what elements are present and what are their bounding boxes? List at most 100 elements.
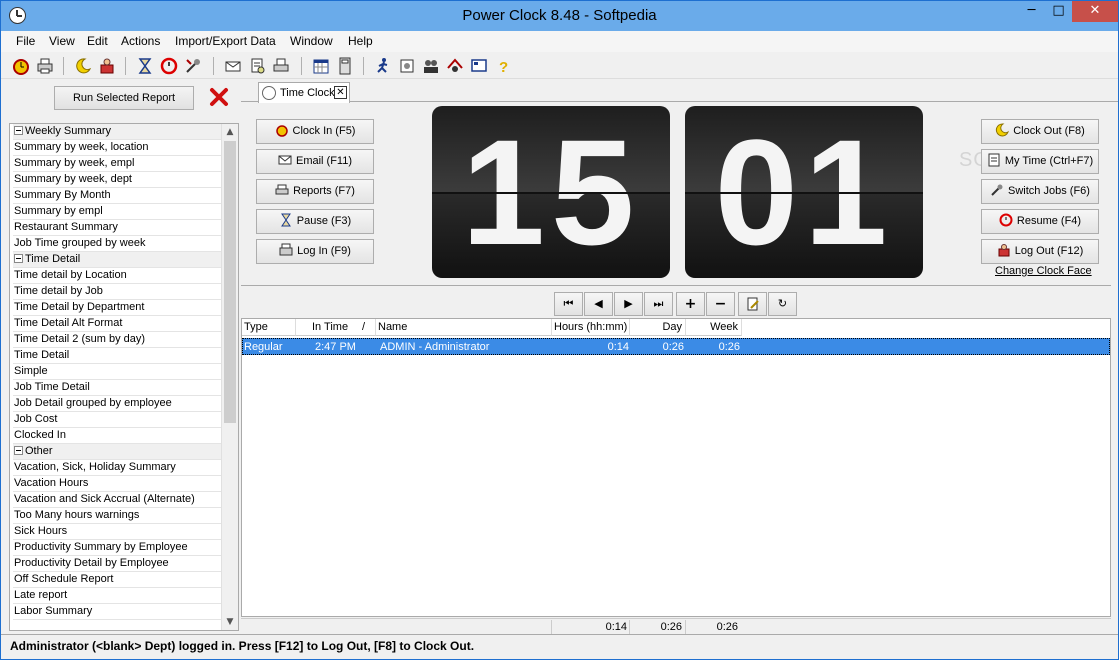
edit-record-button[interactable]: [738, 292, 767, 316]
report-group[interactable]: Time Detail: [13, 252, 221, 268]
clock-out-button[interactable]: Clock Out (F8): [981, 119, 1099, 144]
report-item[interactable]: Time Detail Alt Format: [13, 316, 221, 332]
report-item[interactable]: Productivity Detail by Employee: [13, 556, 221, 572]
calendar-icon[interactable]: [311, 56, 331, 76]
refresh-button[interactable]: ↻: [768, 292, 797, 316]
log-out-icon[interactable]: [97, 56, 117, 76]
resume-button[interactable]: Resume (F4): [981, 209, 1099, 234]
report-item[interactable]: Late report: [13, 588, 221, 604]
printer-icon[interactable]: [35, 56, 55, 76]
users-icon[interactable]: [421, 56, 441, 76]
first-record-button[interactable]: ⏮: [554, 292, 583, 316]
table-row[interactable]: Regular 2:47 PM ADMIN - Administrator 0:…: [242, 338, 1110, 355]
run-report-button[interactable]: Run Selected Report: [54, 86, 194, 110]
column-day[interactable]: Day: [630, 319, 686, 336]
close-button[interactable]: ✕: [1072, 1, 1118, 22]
resume-icon[interactable]: [159, 56, 179, 76]
tab-time-clock[interactable]: Time Clock ✕: [258, 82, 350, 103]
print-icon[interactable]: [271, 56, 291, 76]
pause-button[interactable]: Pause (F3): [256, 209, 374, 234]
reports-icon[interactable]: [247, 56, 267, 76]
clock-out-icon[interactable]: [73, 56, 93, 76]
report-item[interactable]: Simple: [13, 364, 221, 380]
last-record-button[interactable]: ⏭: [644, 292, 673, 316]
report-item[interactable]: Time Detail 2 (sum by day): [13, 332, 221, 348]
log-out-button[interactable]: Log Out (F12): [981, 239, 1099, 264]
minimize-button[interactable]: ─: [1018, 1, 1045, 22]
report-item[interactable]: Time Detail by Department: [13, 300, 221, 316]
email-button[interactable]: Email (F11): [256, 149, 374, 174]
report-item[interactable]: Job Time Detail: [13, 380, 221, 396]
run-man-icon[interactable]: [373, 56, 393, 76]
column-type[interactable]: Type: [242, 319, 296, 336]
column-week[interactable]: Week: [686, 319, 742, 336]
column-in-time[interactable]: In Time /: [296, 319, 376, 336]
report-item[interactable]: Labor Summary: [13, 604, 221, 620]
collapse-icon[interactable]: [14, 126, 23, 135]
gear-edit-icon[interactable]: [397, 56, 417, 76]
help-icon[interactable]: ?: [493, 56, 513, 76]
title-bar[interactable]: Power Clock 8.48 - Softpedia ─ □ ✕: [1, 1, 1118, 31]
report-item[interactable]: Productivity Summary by Employee: [13, 540, 221, 556]
report-item[interactable]: Time Detail: [13, 348, 221, 364]
report-item[interactable]: Job Time grouped by week: [13, 236, 221, 252]
hourglass-icon[interactable]: [135, 56, 155, 76]
prior-record-button[interactable]: ◀: [584, 292, 613, 316]
report-item[interactable]: Vacation Hours: [13, 476, 221, 492]
report-list[interactable]: Other Time Detail Weekly Summary Summary b…: [9, 123, 239, 631]
menu-edit[interactable]: Edit: [87, 34, 108, 48]
report-item[interactable]: Summary by empl: [13, 204, 221, 220]
reports-button[interactable]: Reports (F7): [256, 179, 374, 204]
menu-window[interactable]: Window: [290, 34, 333, 48]
report-item[interactable]: Summary by week, empl: [13, 156, 221, 172]
delete-icon[interactable]: [208, 86, 230, 108]
scroll-thumb[interactable]: [224, 141, 236, 423]
log-in-button[interactable]: Log In (F9): [256, 239, 374, 264]
collapse-icon[interactable]: [14, 446, 23, 455]
menu-file[interactable]: File: [16, 34, 35, 48]
maximize-button[interactable]: □: [1045, 1, 1072, 22]
report-list-scrollbar[interactable]: ▲ ▼: [221, 124, 238, 630]
screen-icon[interactable]: [469, 56, 489, 76]
menu-import-export[interactable]: Import/Export Data: [175, 34, 276, 48]
menu-view[interactable]: View: [49, 34, 75, 48]
change-clock-face-link[interactable]: Change Clock Face: [995, 265, 1092, 277]
report-item[interactable]: Summary by week, dept: [13, 172, 221, 188]
report-group[interactable]: Other: [13, 444, 221, 460]
report-item[interactable]: Time detail by Job: [13, 284, 221, 300]
column-name[interactable]: Name: [376, 319, 552, 336]
clock-in-button[interactable]: Clock In (F5): [256, 119, 374, 144]
login-icon: [279, 243, 293, 257]
my-time-button[interactable]: My Time (Ctrl+F7): [981, 149, 1099, 174]
calculator-icon[interactable]: [335, 56, 355, 76]
report-item[interactable]: Time detail by Location: [13, 268, 221, 284]
clock-in-icon[interactable]: [11, 56, 31, 76]
report-item[interactable]: Sick Hours: [13, 524, 221, 540]
report-item[interactable]: Restaurant Summary: [13, 220, 221, 236]
report-item[interactable]: Off Schedule Report: [13, 572, 221, 588]
scroll-down-icon[interactable]: ▼: [222, 614, 238, 630]
menu-help[interactable]: Help: [348, 34, 373, 48]
report-item[interactable]: Summary by week, location: [13, 140, 221, 156]
scroll-up-icon[interactable]: ▲: [222, 124, 238, 140]
menu-actions[interactable]: Actions: [121, 34, 160, 48]
email-icon[interactable]: [223, 56, 243, 76]
report-item[interactable]: Too Many hours warnings: [13, 508, 221, 524]
report-item[interactable]: Summary By Month: [13, 188, 221, 204]
report-item[interactable]: Job Detail grouped by employee: [13, 396, 221, 412]
switch-jobs-button[interactable]: Switch Jobs (F6): [981, 179, 1099, 204]
report-item[interactable]: Vacation and Sick Accrual (Alternate): [13, 492, 221, 508]
delete-record-button[interactable]: −: [706, 292, 735, 316]
timecard-grid[interactable]: Type In Time / Name Hours (hh:mm) Day Wee…: [241, 318, 1111, 617]
next-record-button[interactable]: ▶: [614, 292, 643, 316]
insert-record-button[interactable]: +: [676, 292, 705, 316]
collapse-icon[interactable]: [14, 254, 23, 263]
report-item[interactable]: Vacation, Sick, Holiday Summary: [13, 460, 221, 476]
report-item[interactable]: Clocked In: [13, 428, 221, 444]
switch-jobs-icon[interactable]: [183, 56, 203, 76]
column-hours[interactable]: Hours (hh:mm): [552, 319, 630, 336]
report-item[interactable]: Job Cost: [13, 412, 221, 428]
group-icon[interactable]: [445, 56, 465, 76]
report-group[interactable]: Weekly Summary: [13, 124, 221, 140]
tab-close-icon[interactable]: ✕: [334, 86, 347, 99]
